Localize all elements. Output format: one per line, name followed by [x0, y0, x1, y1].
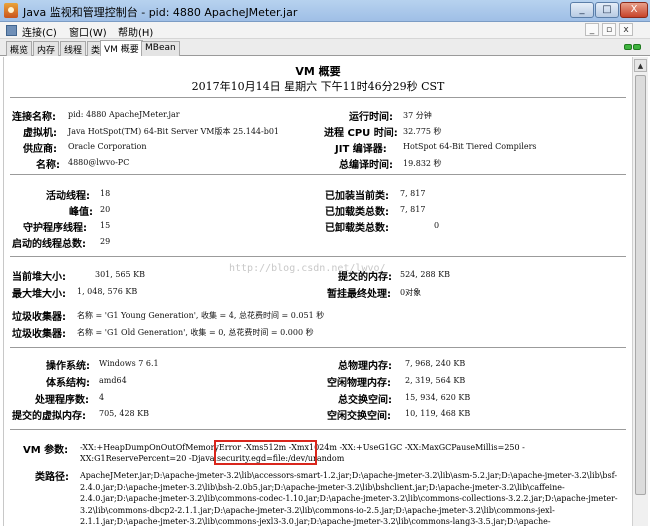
architecture-value: amd64 [99, 376, 127, 385]
connection-status-icon[interactable] [624, 42, 642, 52]
scroll-thumb[interactable] [635, 75, 646, 495]
java-console-icon [4, 3, 18, 18]
pending-finalization-value: 0对象 [400, 288, 422, 297]
vm-label: 虚拟机: [23, 128, 57, 139]
total-swap-value: 15, 934, 620 KB [405, 393, 471, 402]
jit-compiler-value: HotSpot 64-Bit Tiered Compilers [403, 142, 537, 151]
divider [10, 174, 626, 175]
jit-compiler-label: JIT 编译器: [335, 144, 387, 155]
close-button[interactable]: X [620, 2, 648, 18]
compile-time-label: 总编译时间: [339, 160, 393, 171]
committed-memory-label: 提交的内存: [338, 272, 392, 283]
live-threads-value: 18 [100, 189, 111, 198]
committed-virtual-memory-label: 提交的虚拟内存: [12, 411, 86, 422]
inner-minimize-button[interactable]: _ [585, 23, 599, 36]
menu-connection[interactable]: 连接(C) [22, 24, 57, 39]
current-heap-value: 301, 565 KB [95, 270, 146, 279]
process-cpu-label: 进程 CPU 时间: [324, 128, 398, 139]
gc-young-value: 名称 = 'G1 Young Generation', 收集 = 4, 总花费时… [77, 311, 325, 320]
gc-old-value: 名称 = 'G1 Old Generation', 收集 = 0, 总花费时间 … [77, 328, 314, 337]
daemon-threads-value: 15 [100, 221, 111, 230]
tab-threads[interactable]: 线程 [60, 41, 87, 56]
vm-args-value: -XX:+HeapDumpOnOutOfMemoryError -Xms512m… [80, 443, 525, 463]
divider [10, 347, 626, 348]
summary-date: 2017年10月14日 星期六 下午11时46分29秒 CST [191, 80, 445, 93]
gc-old-label: 垃圾收集器: [12, 329, 66, 340]
uptime-value: 37 分钟 [403, 111, 432, 120]
jvm-name-label: 名称: [36, 160, 60, 171]
total-loaded-classes-value: 7, 817 [400, 205, 426, 214]
free-physical-memory-value: 2, 319, 564 KB [405, 376, 466, 385]
peak-threads-label: 峰值: [69, 207, 93, 218]
architecture-label: 体系结构: [46, 378, 90, 389]
total-swap-label: 总交换空间: [338, 395, 392, 406]
vm-value: Java HotSpot(TM) 64-Bit Server VM版本 25.1… [68, 127, 280, 136]
free-physical-memory-label: 空闲物理内存: [327, 378, 391, 389]
minimize-button[interactable]: _ [570, 2, 594, 18]
inner-close-button[interactable]: x [619, 23, 633, 36]
classpath-label: 类路径: [35, 472, 69, 483]
live-threads-label: 活动线程: [46, 191, 90, 202]
os-label: 操作系统: [46, 361, 90, 372]
process-cpu-value: 32.775 秒 [403, 127, 442, 136]
compile-time-value: 19.832 秒 [403, 159, 442, 168]
menu-help[interactable]: 帮助(H) [118, 24, 153, 39]
vendor-label: 供应商: [23, 144, 57, 155]
total-loaded-classes-label: 已加载类总数: [325, 207, 389, 218]
unloaded-classes-value: 0 [434, 221, 440, 230]
tab-mbean[interactable]: MBean [141, 41, 180, 56]
heap-args-highlight [214, 440, 317, 465]
classpath-value: ApacheJMeter.jar;D:\apache-jmeter-3.2\li… [80, 471, 618, 526]
peak-threads-value: 20 [100, 205, 111, 214]
connection-name-value: pid: 4880 ApacheJMeter.jar [68, 110, 180, 119]
free-swap-label: 空闲交换空间: [327, 411, 391, 422]
committed-memory-value: 524, 288 KB [400, 270, 451, 279]
total-threads-label: 启动的线程总数: [12, 239, 86, 250]
processors-value: 4 [99, 393, 105, 402]
window-menu-icon[interactable] [6, 25, 17, 36]
window-title: Java 监视和管理控制台 - pid: 4880 ApacheJMeter.j… [23, 6, 298, 19]
tab-memory[interactable]: 内存 [33, 41, 60, 56]
free-swap-value: 10, 119, 468 KB [405, 409, 471, 418]
loaded-classes-value: 7, 817 [400, 189, 426, 198]
committed-virtual-memory-value: 705, 428 KB [99, 409, 150, 418]
menu-bar: 连接(C) 窗口(W) 帮助(H) _ ▫ x [0, 22, 650, 39]
divider [10, 97, 626, 98]
total-physical-memory-label: 总物理内存: [338, 361, 392, 372]
uptime-label: 运行时间: [349, 112, 393, 123]
loaded-classes-label: 已加装当前类: [325, 191, 389, 202]
processors-label: 处理程序数: [35, 395, 89, 406]
scroll-up-arrow-icon[interactable]: ▲ [634, 59, 647, 72]
pending-finalization-label: 暂挂最终处理: [327, 289, 391, 300]
daemon-threads-label: 守护程序线程: [23, 223, 87, 234]
total-physical-memory-value: 7, 968, 240 KB [405, 359, 466, 368]
divider [10, 256, 626, 257]
max-heap-value: 1, 048, 576 KB [77, 287, 138, 296]
menu-window[interactable]: 窗口(W) [69, 24, 107, 39]
tab-vm-summary[interactable]: VM 概要 [100, 40, 143, 56]
total-threads-value: 29 [100, 237, 111, 246]
divider [10, 429, 626, 430]
os-value: Windows 7 6.1 [99, 359, 159, 368]
maximize-button[interactable]: □ [595, 2, 619, 18]
vertical-scrollbar[interactable]: ▲ [632, 57, 648, 526]
connection-name-label: 连接名称: [12, 112, 56, 123]
max-heap-label: 最大堆大小: [12, 289, 66, 300]
vm-args-label: VM 参数: [23, 445, 69, 456]
tab-overview[interactable]: 概览 [6, 41, 33, 56]
title-bar: Java 监视和管理控制台 - pid: 4880 ApacheJMeter.j… [0, 0, 650, 22]
gc-young-label: 垃圾收集器: [12, 312, 66, 323]
page-title: VM 概要 [295, 65, 341, 78]
jvm-name-value: 4880@lwvo-PC [68, 158, 130, 167]
unloaded-classes-label: 已卸载类总数: [325, 223, 389, 234]
current-heap-label: 当前堆大小: [12, 272, 66, 283]
vendor-value: Oracle Corporation [68, 142, 147, 151]
inner-restore-button[interactable]: ▫ [602, 23, 616, 36]
tab-bar: 概览 内存 线程 类 VM 概要 MBean [0, 39, 650, 56]
vm-summary-panel: VM 概要 2017年10月14日 星期六 下午11时46分29秒 CST 连接… [3, 57, 631, 526]
